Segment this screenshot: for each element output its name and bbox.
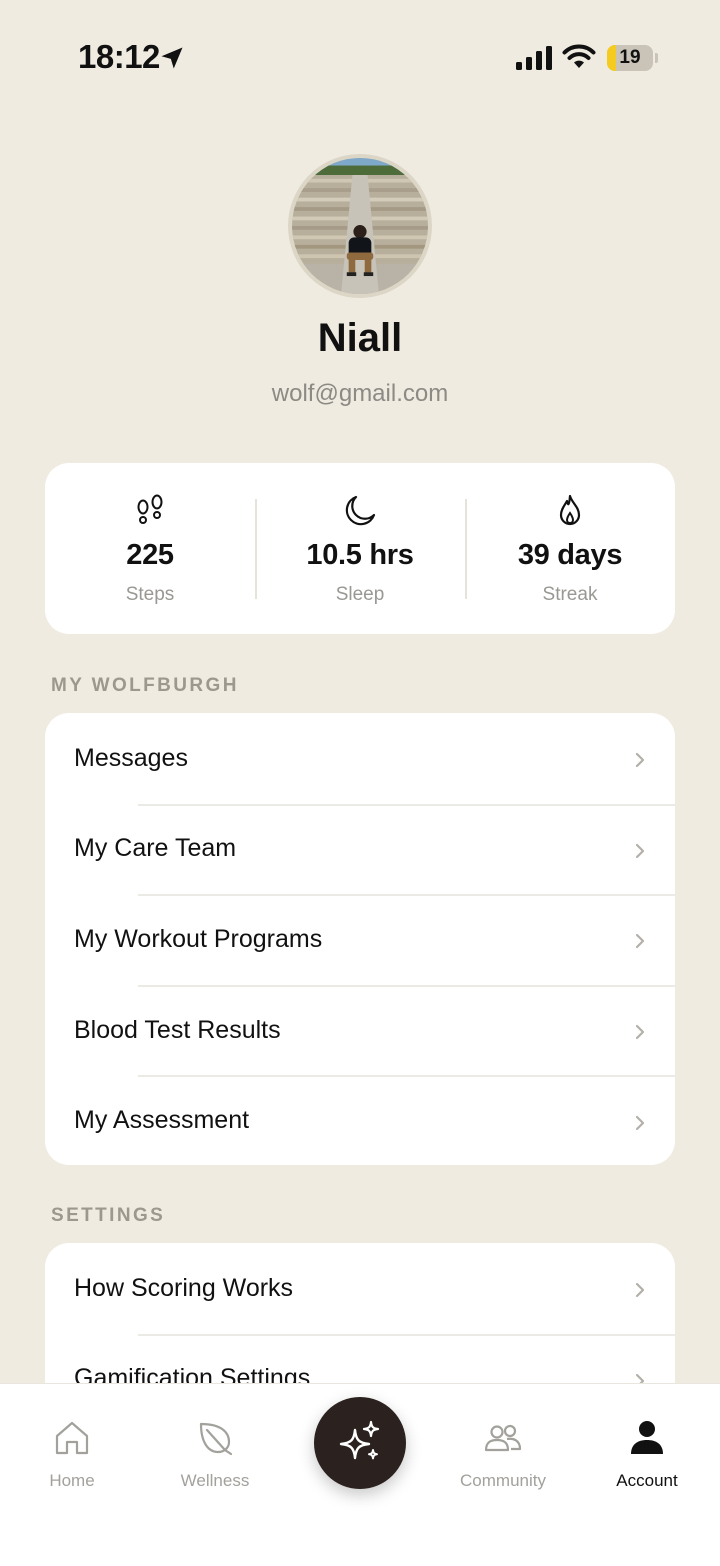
status-bar: 18:12 19 [0,0,720,110]
list-item-label: Blood Test Results [74,1015,281,1044]
stat-value: 39 days [517,539,623,571]
chevron-right-icon [635,1115,645,1130]
list-item-label: My Assessment [74,1106,250,1135]
tab-label: Community [460,1471,546,1490]
leaf-icon [199,1422,233,1456]
stats-card: 225 Steps 10.5 hrs Sleep 39 days Streak [45,463,675,634]
account-icon [631,1421,663,1454]
stat-label: Steps [125,584,175,605]
tab-community[interactable]: Community [443,1418,563,1491]
wifi-icon [562,44,596,68]
account-screen: 18:12 19 Niall wolf@gmail.com 225 Steps … [0,0,720,1566]
list-item-label: How Scoring Works [74,1273,294,1302]
list-item-how-scoring-works[interactable]: How Scoring Works [45,1243,675,1334]
moon-icon [345,495,376,526]
status-time: 18:12 [78,38,160,75]
chevron-right-icon [635,753,645,768]
stat-value: 225 [126,539,174,571]
tab-label: Wellness [180,1471,250,1490]
section-header-my-wolfburgh: MY WOLFBURGH [51,675,239,696]
cellular-signal-icon [516,46,552,70]
tab-account[interactable]: Account [587,1418,707,1491]
profile-avatar[interactable] [288,154,432,298]
profile-email: wolf@gmail.com [271,380,449,407]
tab-label: Account [616,1471,678,1490]
list-item-label: My Workout Programs [74,924,323,953]
list-item-my-care-team[interactable]: My Care Team [45,803,675,895]
section-header-settings: SETTINGS [51,1205,166,1226]
stat-streak: 39 days Streak [465,463,675,634]
stat-value: 10.5 hrs [306,539,414,571]
list-item-label: Messages [74,743,188,772]
list-item-my-assessment[interactable]: My Assessment [45,1075,675,1165]
tab-wellness[interactable]: Wellness [155,1418,275,1491]
stat-label: Streak [542,584,598,605]
footprints-icon [137,494,163,524]
battery-indicator: 19 [607,45,658,71]
battery-level: 19 [619,47,641,68]
list-item-blood-test-results[interactable]: Blood Test Results [45,984,675,1076]
community-icon [484,1424,522,1452]
center-action-button[interactable] [314,1397,406,1489]
flame-icon [559,494,581,526]
stat-sleep: 10.5 hrs Sleep [255,463,465,634]
tab-home[interactable]: Home [12,1418,132,1491]
chevron-right-icon [635,1283,645,1298]
list-item-my-workout-programs[interactable]: My Workout Programs [45,894,675,985]
chevron-right-icon [635,843,645,858]
chevron-right-icon [635,934,645,949]
stat-steps: 225 Steps [45,463,255,634]
list-item-messages[interactable]: Messages [45,713,675,804]
tab-label: Home [49,1471,95,1490]
avatar-photo [292,158,428,294]
home-icon [55,1421,89,1455]
list-item-label: My Care Team [74,834,237,863]
location-arrow-icon [161,47,183,69]
profile-name: Niall [317,316,403,360]
my-wolfburgh-list: Messages My Care Team My Workout Program… [45,713,675,1165]
sparkles-icon [339,1420,380,1460]
stat-label: Sleep [335,584,385,605]
chevron-right-icon [635,1024,645,1040]
